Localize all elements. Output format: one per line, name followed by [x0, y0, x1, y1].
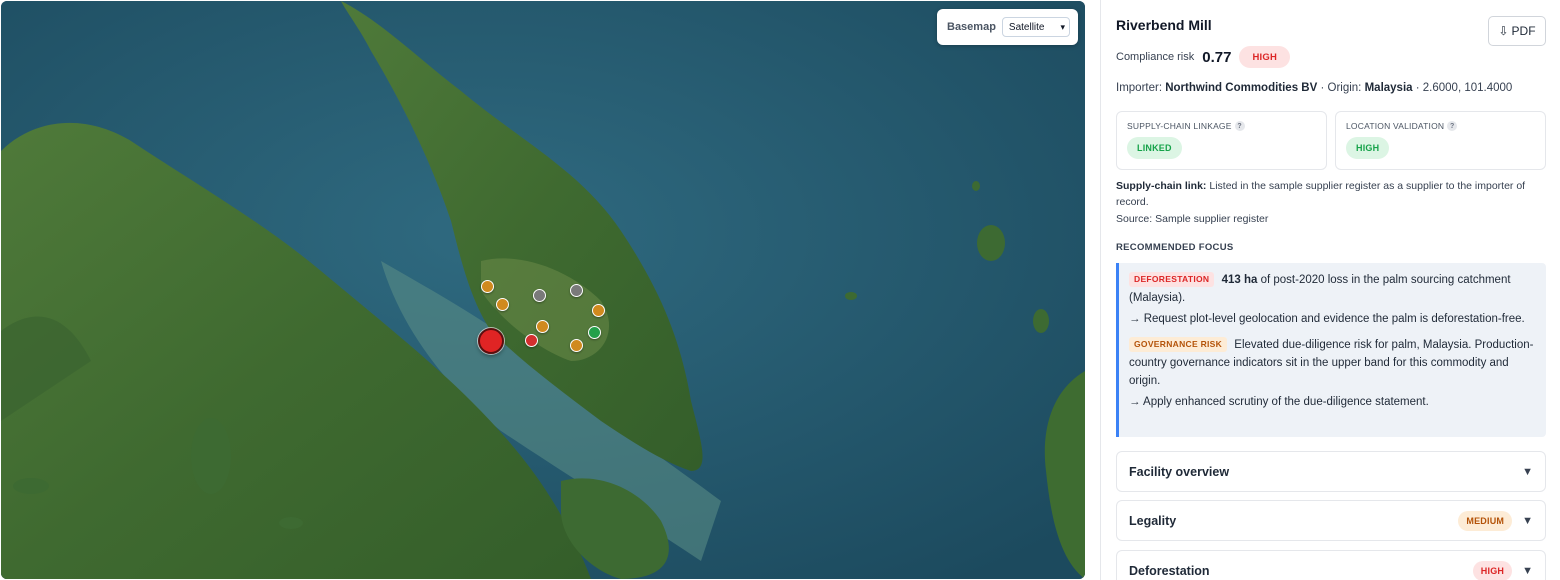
facility-title: Riverbend Mill [1116, 17, 1212, 33]
linkage-badge: LINKED [1127, 137, 1182, 159]
help-icon[interactable]: ? [1447, 121, 1458, 131]
accordion-legality[interactable]: Legality MEDIUM ▼ [1116, 500, 1546, 541]
location-validation-card: LOCATION VALIDATION ? HIGH [1335, 111, 1546, 170]
validation-badge: HIGH [1346, 137, 1390, 159]
facility-marker[interactable] [481, 280, 494, 293]
facility-meta: Importer: Northwind Commodities BV · Ori… [1116, 82, 1512, 94]
facility-marker[interactable] [588, 326, 601, 339]
facility-marker[interactable] [496, 298, 509, 311]
accordion-title: Facility overview [1129, 464, 1230, 479]
pdf-export-button[interactable]: ⇩ PDF [1488, 16, 1546, 46]
selected-facility-marker[interactable] [478, 328, 504, 354]
accordion-deforestation[interactable]: Deforestation HIGH ▼ [1116, 550, 1546, 580]
help-icon[interactable]: ? [1234, 121, 1245, 131]
recommended-focus-heading: RECOMMENDED FOCUS [1116, 242, 1234, 253]
facility-marker[interactable] [570, 339, 583, 352]
coordinates: · 2.6000, 101.4000 [1415, 82, 1513, 94]
importer-name: Northwind Commodities BV [1165, 82, 1318, 94]
deforestation-finding: DEFORESTATION 413 ha of post-2020 loss i… [1129, 271, 1536, 307]
recommended-focus-box: DEFORESTATION 413 ha of post-2020 loss i… [1116, 263, 1546, 437]
governance-tag: GOVERNANCE RISK [1129, 337, 1228, 352]
facility-marker[interactable] [592, 304, 605, 317]
risk-label: Compliance risk [1116, 51, 1195, 63]
card-label: LOCATION VALIDATION [1346, 121, 1445, 131]
origin-label: · Origin: [1320, 82, 1362, 94]
download-icon: ⇩ [1498, 24, 1509, 38]
risk-score: 0.77 [1202, 48, 1232, 66]
compliance-risk-row: Compliance risk 0.77 HIGH [1116, 46, 1291, 68]
facility-marker[interactable] [525, 334, 538, 347]
accordion-title: Deforestation [1129, 563, 1210, 578]
accordion-facility-overview[interactable]: Facility overview ▼ [1116, 451, 1546, 492]
accordion-title: Legality [1129, 513, 1177, 528]
chevron-down-icon: ▾ [1060, 21, 1065, 32]
basemap-select-value: Satellite [1008, 21, 1045, 33]
basemap-select[interactable]: Satellite ▾ [1001, 17, 1070, 37]
risk-level-badge: HIGH [1239, 46, 1291, 68]
pdf-button-label: PDF [1511, 24, 1536, 38]
source-text: Source: Sample supplier register [1116, 213, 1269, 225]
link-label: Supply-chain link: [1116, 180, 1207, 192]
caret-down-icon: ▼ [1522, 514, 1533, 527]
basemap-label: Basemap [947, 21, 996, 33]
facility-marker[interactable] [533, 289, 546, 302]
facility-marker[interactable] [570, 284, 583, 297]
supply-chain-link-text: Supply-chain link: Listed in the sample … [1116, 178, 1548, 210]
basemap-control: Basemap Satellite ▾ [937, 9, 1078, 45]
deforestation-badge: HIGH [1472, 560, 1513, 580]
origin-country: Malaysia [1364, 82, 1413, 94]
map-view[interactable]: Basemap Satellite ▾ [1, 1, 1085, 579]
supply-chain-linkage-card: SUPPLY-CHAIN LINKAGE ? LINKED [1116, 111, 1327, 170]
deforestation-action: → Request plot-level geolocation and evi… [1129, 313, 1525, 325]
facility-detail-panel: Riverbend Mill ⇩ PDF Compliance risk 0.7… [1100, 0, 1560, 580]
deforestation-amount: 413 ha [1221, 274, 1258, 286]
importer-label: Importer: [1116, 82, 1163, 94]
app-root: Basemap Satellite ▾ Riverbend Mill ⇩ PDF… [0, 0, 1560, 580]
legality-badge: MEDIUM [1458, 510, 1513, 531]
card-label: SUPPLY-CHAIN LINKAGE [1127, 121, 1232, 131]
governance-finding: GOVERNANCE RISK Elevated due-diligence r… [1129, 336, 1536, 390]
facility-marker[interactable] [536, 320, 549, 333]
caret-down-icon: ▼ [1522, 564, 1533, 577]
caret-down-icon: ▼ [1522, 465, 1533, 478]
deforestation-tag: DEFORESTATION [1129, 272, 1215, 287]
governance-action: → Apply enhanced scrutiny of the due-dil… [1129, 396, 1429, 408]
